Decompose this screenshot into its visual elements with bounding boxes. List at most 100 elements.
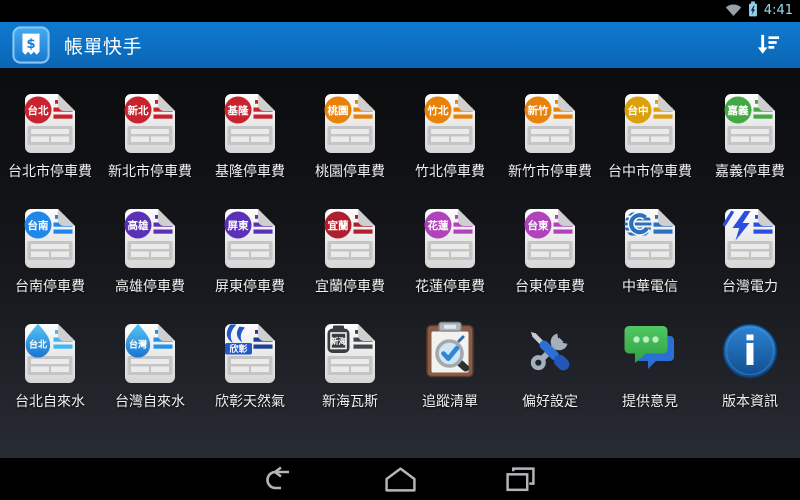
tile-label: 中華電信 <box>622 276 678 296</box>
kaohsiung-parking-icon: 高雄 <box>118 204 182 268</box>
svg-text:$: $ <box>26 37 35 52</box>
yilan-parking-icon: 宜蘭 <box>318 204 382 268</box>
back-icon <box>263 466 297 492</box>
hsin-chang-gas-icon: 欣彰 <box>218 319 282 383</box>
wifi-icon <box>725 2 742 21</box>
taipei-city-parking-icon: 台北 <box>18 89 82 153</box>
tile-label: 屏東停車費 <box>215 276 285 296</box>
tile-label: 提供意見 <box>622 391 678 411</box>
tile-label: 版本資訊 <box>722 391 778 411</box>
taitung-parking-icon: 台東 <box>518 204 582 268</box>
tile-about[interactable]: i 版本資訊 <box>700 315 800 430</box>
tile-kaohsiung-parking[interactable]: 高雄高雄停車費 <box>100 200 200 315</box>
feedback-icon <box>618 319 682 383</box>
tile-hsin-chang-gas[interactable]: 欣彰欣彰天然氣 <box>200 315 300 430</box>
svg-text:新北: 新北 <box>128 104 149 117</box>
svg-text:高雄: 高雄 <box>128 219 149 232</box>
tile-taichung-city-parking[interactable]: 台中台中市停車費 <box>600 85 700 200</box>
tile-label: 高雄停車費 <box>115 276 185 296</box>
svg-text:新竹: 新竹 <box>528 104 549 117</box>
navigation-bar <box>0 458 800 500</box>
taiwan-power-icon <box>718 204 782 268</box>
tile-preferences[interactable]: 偏好設定 <box>500 315 600 430</box>
bill-receipt-icon: $ <box>12 26 50 64</box>
hsinchu-city-parking-icon: 新竹 <box>518 89 582 153</box>
tile-hsinchu-city-parking[interactable]: 新竹新竹市停車費 <box>500 85 600 200</box>
svg-text:基隆: 基隆 <box>227 104 249 117</box>
svg-text:台北: 台北 <box>28 104 49 117</box>
tile-chiayi-parking[interactable]: 嘉義嘉義停車費 <box>700 85 800 200</box>
tile-label: 桃園停車費 <box>315 161 385 181</box>
tile-taoyuan-parking[interactable]: 桃園桃園停車費 <box>300 85 400 200</box>
svg-text:台北: 台北 <box>29 339 47 351</box>
tile-label: 欣彰天然氣 <box>215 391 285 411</box>
tracking-list-icon <box>418 319 482 383</box>
hualien-parking-icon: 花蓮 <box>418 204 482 268</box>
tile-label: 花蓮停車費 <box>415 276 485 296</box>
tile-new-taipei-parking[interactable]: 新北新北市停車費 <box>100 85 200 200</box>
svg-text:台灣: 台灣 <box>129 339 147 351</box>
chunghwa-telecom-icon <box>618 204 682 268</box>
zhubei-parking-icon: 竹北 <box>418 89 482 153</box>
tile-zhubei-parking[interactable]: 竹北竹北停車費 <box>400 85 500 200</box>
svg-text:台南: 台南 <box>28 219 49 232</box>
tile-shin-hai-gas[interactable]: 新海新海瓦斯 <box>300 315 400 430</box>
new-taipei-parking-icon: 新北 <box>118 89 182 153</box>
svg-text:新海: 新海 <box>331 336 347 346</box>
svg-text:竹北: 竹北 <box>427 104 449 117</box>
tile-feedback[interactable]: 提供意見 <box>600 315 700 430</box>
tile-label: 新北市停車費 <box>108 161 192 181</box>
tile-label: 追蹤清單 <box>422 391 478 411</box>
preferences-icon <box>518 319 582 383</box>
tile-taitung-parking[interactable]: 台東台東停車費 <box>500 200 600 315</box>
app-grid: 台北台北市停車費新北新北市停車費基隆基隆停車費桃園桃園停車費竹北竹北停車費新竹新… <box>0 68 800 458</box>
tile-label: 新海瓦斯 <box>322 391 378 411</box>
home-screen-background: 4:41 $ 帳單快手 台北台北市停車費新北新北市停車費基隆基隆停車費桃園桃園停… <box>0 0 800 500</box>
tile-label: 台中市停車費 <box>608 161 692 181</box>
tile-label: 台東停車費 <box>515 276 585 296</box>
tile-label: 新竹市停車費 <box>508 161 592 181</box>
app-bar: $ 帳單快手 <box>0 22 800 68</box>
tile-label: 宜蘭停車費 <box>315 276 385 296</box>
svg-text:欣彰: 欣彰 <box>229 343 247 355</box>
pingtung-parking-icon: 屏東 <box>218 204 282 268</box>
svg-text:台中: 台中 <box>628 104 649 117</box>
tile-chunghwa-telecom[interactable]: 中華電信 <box>600 200 700 315</box>
back-button[interactable] <box>258 462 302 496</box>
recents-icon <box>505 466 536 493</box>
svg-text:桃園: 桃園 <box>328 104 349 117</box>
taiwan-water-icon: 台灣 <box>118 319 182 383</box>
shin-hai-gas-icon: 新海 <box>318 319 382 383</box>
home-icon <box>384 466 417 493</box>
tile-taipei-city-parking[interactable]: 台北台北市停車費 <box>0 85 100 200</box>
keelung-parking-icon: 基隆 <box>218 89 282 153</box>
tile-label: 竹北停車費 <box>415 161 485 181</box>
svg-text:花蓮: 花蓮 <box>428 219 449 232</box>
about-icon: i <box>718 319 782 383</box>
page-title: 帳單快手 <box>64 32 142 59</box>
svg-text:嘉義: 嘉義 <box>727 104 749 117</box>
chiayi-parking-icon: 嘉義 <box>718 89 782 153</box>
svg-text:屏東: 屏東 <box>227 219 249 232</box>
home-button[interactable] <box>378 462 422 496</box>
tile-hualien-parking[interactable]: 花蓮花蓮停車費 <box>400 200 500 315</box>
clock-text: 4:41 <box>764 0 793 22</box>
tile-taiwan-power[interactable]: 台灣電力 <box>700 200 800 315</box>
tile-pingtung-parking[interactable]: 屏東屏東停車費 <box>200 200 300 315</box>
recents-button[interactable] <box>498 462 542 496</box>
tile-label: 台灣電力 <box>722 276 778 296</box>
tile-tainan-parking[interactable]: 台南台南停車費 <box>0 200 100 315</box>
tile-taiwan-water[interactable]: 台灣台灣自來水 <box>100 315 200 430</box>
tile-yilan-parking[interactable]: 宜蘭宜蘭停車費 <box>300 200 400 315</box>
taipei-water-icon: 台北 <box>18 319 82 383</box>
taoyuan-parking-icon: 桃園 <box>318 89 382 153</box>
svg-text:宜蘭: 宜蘭 <box>328 219 349 232</box>
tile-label: 台南停車費 <box>15 276 85 296</box>
status-bar: 4:41 <box>0 0 800 22</box>
tile-label: 偏好設定 <box>522 391 578 411</box>
tile-keelung-parking[interactable]: 基隆基隆停車費 <box>200 85 300 200</box>
tile-label: 台灣自來水 <box>115 391 185 411</box>
tile-taipei-water[interactable]: 台北台北自來水 <box>0 315 100 430</box>
sort-button[interactable] <box>744 24 790 66</box>
tile-tracking-list[interactable]: 追蹤清單 <box>400 315 500 430</box>
